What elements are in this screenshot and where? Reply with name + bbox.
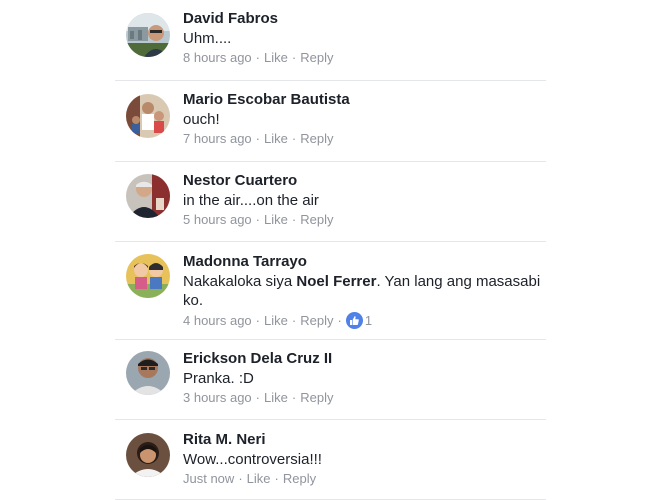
- comment-author[interactable]: Rita M. Neri: [183, 431, 543, 449]
- avatar[interactable]: [126, 13, 170, 57]
- comment-author[interactable]: Madonna Tarrayo: [183, 253, 543, 271]
- comment-author[interactable]: Mario Escobar Bautista: [183, 91, 543, 109]
- comment-author[interactable]: Erickson Dela Cruz II: [183, 350, 543, 368]
- comment-body: Madonna Tarrayo Nakakaloka siya Noel Fer…: [183, 253, 543, 329]
- reply-link[interactable]: Reply: [300, 313, 333, 329]
- comment-meta: 4 hours ago · Like · Reply · 1: [183, 312, 543, 329]
- comment-author[interactable]: David Fabros: [183, 10, 543, 28]
- comment-body: Mario Escobar Bautista ouch! 7 hours ago…: [183, 91, 543, 147]
- comment-timestamp[interactable]: 4 hours ago: [183, 313, 252, 329]
- comment-timestamp[interactable]: 3 hours ago: [183, 390, 252, 406]
- comment-text: Uhm....: [183, 30, 232, 47]
- comment-divider: [115, 339, 546, 340]
- comment-timestamp[interactable]: 7 hours ago: [183, 131, 252, 147]
- reply-link[interactable]: Reply: [300, 50, 333, 66]
- separator-dot: ·: [337, 312, 342, 328]
- avatar[interactable]: [126, 254, 170, 298]
- comment-timestamp[interactable]: 8 hours ago: [183, 50, 252, 66]
- avatar[interactable]: [126, 433, 170, 477]
- reply-link[interactable]: Reply: [283, 471, 316, 487]
- separator-dot: ·: [255, 50, 261, 65]
- separator-dot: ·: [291, 50, 297, 65]
- reply-link[interactable]: Reply: [300, 131, 333, 147]
- avatar[interactable]: [126, 174, 170, 218]
- comment-text: in the air....on the air: [183, 192, 319, 209]
- comment-text: Nakakaloka siya Noel Ferrer. Yan lang an…: [183, 272, 543, 310]
- comment-text-part: Nakakaloka siya: [183, 273, 297, 290]
- comment-divider: [115, 241, 546, 242]
- comment-body: Rita M. Neri Wow...controversia!!! Just …: [183, 431, 543, 487]
- avatar[interactable]: [126, 94, 170, 138]
- comment-timestamp[interactable]: Just now: [183, 471, 234, 487]
- comment-body: Nestor Cuartero in the air....on the air…: [183, 172, 543, 228]
- separator-dot: ·: [291, 131, 297, 146]
- comment-body: Erickson Dela Cruz II Pranka. :D 3 hours…: [183, 350, 543, 406]
- comment-divider: [115, 419, 546, 420]
- like-link[interactable]: Like: [264, 131, 288, 147]
- mention-link[interactable]: Noel Ferrer: [296, 273, 376, 290]
- comment-author[interactable]: Nestor Cuartero: [183, 172, 543, 190]
- reply-link[interactable]: Reply: [300, 212, 333, 228]
- separator-dot: ·: [291, 390, 297, 405]
- reply-link[interactable]: Reply: [300, 390, 333, 406]
- separator-dot: ·: [255, 212, 261, 227]
- like-link[interactable]: Like: [247, 471, 271, 487]
- separator-dot: ·: [238, 471, 243, 486]
- comment-text: Wow...controversia!!!: [183, 451, 322, 468]
- like-link[interactable]: Like: [264, 313, 288, 329]
- thumbs-up-icon[interactable]: [345, 312, 363, 329]
- comment-meta: 3 hours ago · Like · Reply: [183, 390, 543, 406]
- reaction-count[interactable]: 1: [365, 313, 372, 329]
- separator-dot: ·: [255, 312, 261, 328]
- avatar[interactable]: [126, 351, 170, 395]
- comment-body: David Fabros Uhm.... 8 hours ago · Like …: [183, 10, 543, 66]
- comment-divider: [115, 80, 546, 81]
- comment-meta: 8 hours ago · Like · Reply: [183, 50, 543, 66]
- comment-text: Pranka. :D: [183, 370, 254, 387]
- comment-meta: 5 hours ago · Like · Reply: [183, 212, 543, 228]
- separator-dot: ·: [255, 131, 261, 146]
- comment-text: ouch!: [183, 111, 220, 128]
- comment-meta: 7 hours ago · Like · Reply: [183, 131, 543, 147]
- comment-meta: Just now · Like · Reply: [183, 471, 543, 487]
- separator-dot: ·: [291, 212, 297, 227]
- comment-divider: [115, 161, 546, 162]
- like-link[interactable]: Like: [264, 50, 288, 66]
- separator-dot: ·: [255, 390, 261, 405]
- comment-timestamp[interactable]: 5 hours ago: [183, 212, 252, 228]
- separator-dot: ·: [291, 312, 297, 328]
- separator-dot: ·: [274, 471, 279, 486]
- like-link[interactable]: Like: [264, 212, 288, 228]
- like-link[interactable]: Like: [264, 390, 288, 406]
